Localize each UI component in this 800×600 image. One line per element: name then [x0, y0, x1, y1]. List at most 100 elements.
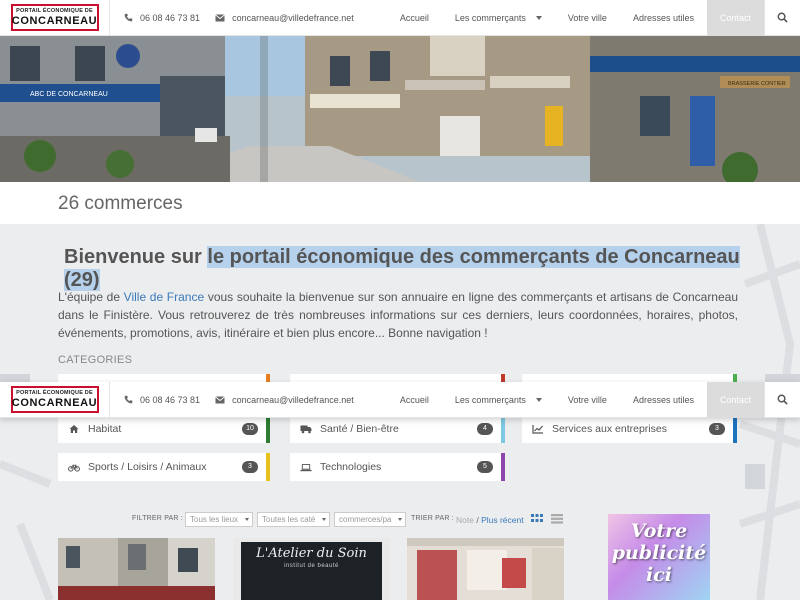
phone-number: 06 08 46 73 81: [140, 12, 201, 23]
sticky-navbar: PORTAIL ÉCONOMIQUE DE CONCARNEAU 06 08 4…: [0, 381, 800, 418]
laptop-icon: [300, 461, 312, 473]
menu-contact[interactable]: Contact: [706, 0, 764, 36]
menu-home[interactable]: Accueil: [387, 0, 442, 36]
places-select[interactable]: Tous les lieux: [185, 512, 253, 527]
main-menu: Accueil Les commerçants Votre ville Adre…: [387, 381, 800, 418]
menu-merchants[interactable]: Les commerçants: [442, 0, 555, 36]
logo-top-line: PORTAIL ÉCONOMIQUE DE: [16, 7, 93, 14]
chart-line-icon: [532, 423, 544, 435]
search-button[interactable]: [764, 381, 800, 418]
listing-photo: [58, 538, 215, 600]
main-menu: Accueil Les commerçants Votre ville Adre…: [387, 0, 800, 36]
shop-sign-right: BRASSERIE CONTIER: [728, 81, 786, 87]
categories-select[interactable]: Toutes les caté: [257, 512, 330, 527]
ad-line-2: publicité: [611, 542, 707, 564]
search-button[interactable]: [764, 0, 800, 36]
filter-row: FILTRER PAR : Tous les lieux Toutes les …: [0, 512, 600, 528]
per-page-select[interactable]: commerces/pa: [334, 512, 406, 527]
email-contact[interactable]: concarneau@villedefrance.net: [215, 13, 354, 23]
places-select-value: Tous les lieux: [190, 515, 239, 524]
per-page-select-value: commerces/pa: [339, 515, 392, 524]
intro-before-link: L'équipe de: [58, 290, 124, 304]
list-view-icon[interactable]: [550, 512, 564, 526]
menu-addresses[interactable]: Adresses utiles: [620, 0, 707, 36]
sort-label: TRIER PAR :: [411, 515, 454, 522]
listing-photo: [407, 538, 564, 600]
atelier-sign-subtitle: institut de beauté: [284, 563, 339, 569]
shop-sign-left: ABC DE CONCARNEAU: [30, 91, 108, 98]
phone-icon: [123, 13, 133, 23]
truck-icon: [300, 423, 312, 435]
search-icon: [777, 12, 788, 23]
email-address: concarneau@villedefrance.net: [232, 12, 354, 23]
menu-merchants-label: Les commerçants: [454, 12, 526, 23]
ad-line-3: ici: [645, 564, 672, 586]
logo-box: PORTAIL ÉCONOMIQUE DE CONCARNEAU: [10, 4, 99, 31]
sort-recent-link[interactable]: Plus récent: [481, 515, 524, 525]
category-habitat[interactable]: Habitat 10: [58, 415, 270, 443]
logo-main: CONCARNEAU: [11, 14, 98, 27]
category-count-badge: 3: [709, 423, 725, 435]
hero-banner: ABC DE CONCARNEAU BRASSERIE CONTIER: [0, 36, 800, 182]
menu-addresses[interactable]: Adresses utiles: [620, 382, 707, 418]
phone-contact[interactable]: 06 08 46 73 81: [123, 395, 200, 405]
sort-options: Note / Plus récent: [456, 515, 524, 525]
menu-merchants-label: Les commerçants: [454, 394, 526, 405]
categories-select-value: Toutes les caté: [262, 515, 316, 524]
category-label: Sports / Loisirs / Animaux: [88, 461, 207, 473]
caret-down-icon: [245, 518, 249, 521]
menu-contact[interactable]: Contact: [706, 381, 764, 418]
atelier-sign-title: L'Atelier du Soin: [256, 546, 367, 561]
email-address: concarneau@villedefrance.net: [232, 394, 354, 405]
site-logo[interactable]: PORTAIL ÉCONOMIQUE DE CONCARNEAU: [0, 381, 110, 418]
advertisement-box[interactable]: Votre publicité ici: [608, 514, 710, 600]
menu-city[interactable]: Votre ville: [555, 382, 620, 418]
phone-number: 06 08 46 73 81: [140, 394, 201, 405]
search-icon: [777, 394, 788, 405]
ad-line-1: Votre: [630, 520, 688, 542]
category-sante[interactable]: Santé / Bien-être 4: [290, 415, 505, 443]
grid-view-icon[interactable]: [530, 512, 544, 526]
welcome-heading: Bienvenue sur le portail économique des …: [64, 246, 744, 292]
logo-box: PORTAIL ÉCONOMIQUE DE CONCARNEAU: [10, 386, 99, 413]
envelope-icon: [215, 395, 225, 405]
caret-down-icon: [535, 15, 542, 20]
ville-de-france-link[interactable]: Ville de France: [124, 290, 204, 304]
categories-label: CATEGORIES: [58, 354, 133, 366]
phone-contact[interactable]: 06 08 46 73 81: [123, 13, 200, 23]
count-band: 26 commerces: [0, 182, 800, 224]
street-photo: ABC DE CONCARNEAU BRASSERIE CONTIER: [0, 36, 800, 182]
intro-text: L'équipe de Ville de France vous souhait…: [58, 288, 738, 342]
listing-card-2[interactable]: L'Atelier du Soin institut de beauté: [233, 538, 390, 600]
menu-merchants[interactable]: Les commerçants: [442, 382, 555, 418]
listing-card-3[interactable]: [407, 538, 564, 600]
site-logo[interactable]: PORTAIL ÉCONOMIQUE DE CONCARNEAU: [0, 0, 110, 36]
welcome-prefix: Bienvenue sur: [64, 246, 208, 268]
caret-down-icon: [535, 397, 542, 402]
sort-note-link[interactable]: Note: [456, 515, 474, 525]
category-label: Services aux entreprises: [552, 423, 667, 435]
caret-down-icon: [322, 518, 326, 521]
category-services[interactable]: Services aux entreprises 3: [522, 415, 737, 443]
home-icon: [68, 423, 80, 435]
logo-top-line: PORTAIL ÉCONOMIQUE DE: [16, 389, 93, 396]
category-sports[interactable]: Sports / Loisirs / Animaux 3: [58, 453, 270, 481]
email-contact[interactable]: concarneau@villedefrance.net: [215, 395, 354, 405]
sort-separator: /: [473, 515, 482, 525]
top-navbar: PORTAIL ÉCONOMIQUE DE CONCARNEAU 06 08 4…: [0, 0, 800, 36]
category-label: Habitat: [88, 423, 122, 435]
category-label: Technologies: [320, 461, 382, 473]
logo-main: CONCARNEAU: [11, 396, 98, 409]
envelope-icon: [215, 13, 225, 23]
listing-card-1[interactable]: [58, 538, 215, 600]
category-count-badge: 3: [242, 461, 258, 473]
category-count-badge: 5: [477, 461, 493, 473]
menu-city[interactable]: Votre ville: [555, 0, 620, 36]
category-count-badge: 10: [242, 423, 258, 435]
menu-home[interactable]: Accueil: [387, 382, 442, 418]
bicycle-icon: [68, 461, 80, 473]
filter-label: FILTRER PAR :: [132, 515, 183, 522]
commerce-count-title: 26 commerces: [58, 193, 183, 214]
category-technologies[interactable]: Technologies 5: [290, 453, 505, 481]
caret-down-icon: [398, 518, 402, 521]
